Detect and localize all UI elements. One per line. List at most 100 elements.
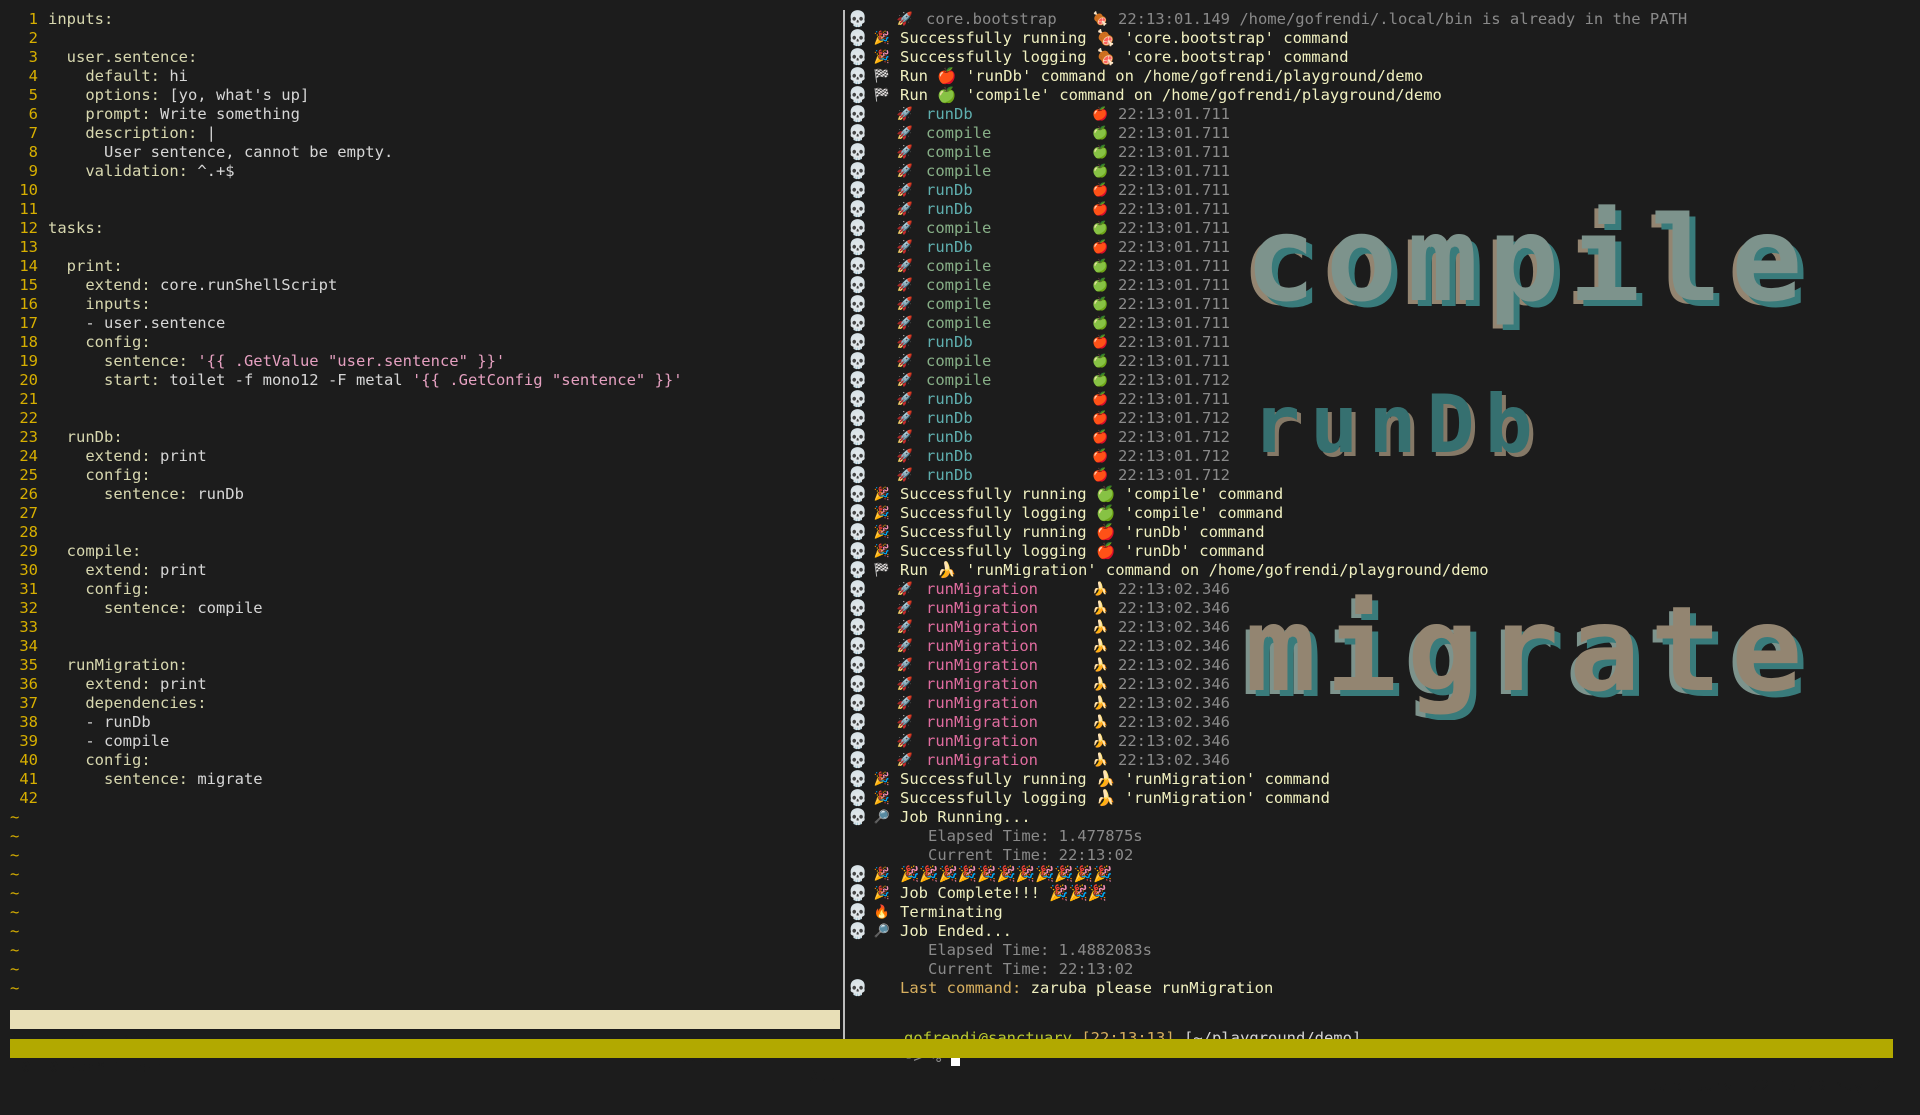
editor-line[interactable]: 2 [10, 29, 840, 48]
editor-line[interactable]: 37 dependencies: [10, 694, 840, 713]
editor-line[interactable]: 39 - compile [10, 732, 840, 751]
editor-line[interactable]: 25 config: [10, 466, 840, 485]
task-icon: 🍎 [1092, 202, 1109, 217]
code-token: config: [48, 751, 151, 769]
pane-divider[interactable] [843, 10, 845, 1040]
task-name: compile [926, 352, 992, 370]
editor-line[interactable]: 35 runMigration: [10, 656, 840, 675]
line-number: 22 [19, 409, 38, 427]
code-token: tasks: [48, 219, 104, 237]
editor-line[interactable]: 28 [10, 523, 840, 542]
editor-line[interactable]: 11 [10, 200, 840, 219]
skull-icon: 💀 [848, 466, 868, 484]
line-number: 9 [28, 162, 38, 180]
log-type-icon: 🚀 [896, 316, 914, 331]
editor-line[interactable]: 15 extend: core.runShellScript [10, 276, 840, 295]
line-number: 12 [19, 219, 38, 237]
task-name: runDb [926, 466, 973, 484]
log-line: Elapsed Time: 1.477875s [848, 827, 1908, 846]
skull-icon: 💀 [848, 143, 868, 161]
log-timestamp: 22:13:02.346 [1118, 637, 1230, 655]
editor-line[interactable]: 1 inputs: [10, 10, 840, 29]
editor-line[interactable]: 18 config: [10, 333, 840, 352]
editor-line[interactable]: 3 user.sentence: [10, 48, 840, 67]
last-command-label: Last command: [900, 979, 1022, 997]
skull-icon: 💀 [848, 523, 868, 541]
log-type-icon: 🎉 [873, 772, 891, 787]
log-type-icon: 🎉 [873, 525, 891, 540]
editor-line[interactable]: 13 [10, 238, 840, 257]
vim-pane[interactable]: 1 inputs: 2 3 user.sentence: 4 default: hi 5 … [10, 10, 840, 1085]
editor-line[interactable]: 42 [10, 789, 840, 808]
editor-line[interactable]: 41 sentence: migrate [10, 770, 840, 789]
editor-line[interactable]: 4 default: hi [10, 67, 840, 86]
editor-line[interactable]: 34 [10, 637, 840, 656]
editor-line[interactable]: 29 compile: [10, 542, 840, 561]
editor-line[interactable]: 7 description: | [10, 124, 840, 143]
log-type-icon: 🚀 [896, 696, 914, 711]
editor-line[interactable]: 14 print: [10, 257, 840, 276]
editor-line[interactable]: 36 extend: print [10, 675, 840, 694]
log-type-icon: 🎉 [873, 487, 891, 502]
log-message: Job Running... [900, 808, 1031, 826]
editor-line[interactable]: 38 - runDb [10, 713, 840, 732]
log-line: 💀 🏁 Run 🍎 'runDb' command on /home/gofrend… [848, 67, 1908, 86]
editor-line[interactable]: 24 extend: print [10, 447, 840, 466]
task-icon: 🍌 [1092, 601, 1109, 616]
code-token: hi [159, 67, 188, 85]
line-number: 29 [19, 542, 38, 560]
task-name: runMigration [926, 675, 1038, 693]
task-name: runMigration [926, 637, 1038, 655]
editor-line[interactable]: 32 sentence: compile [10, 599, 840, 618]
editor-line[interactable]: 8 User sentence, cannot be empty. [10, 143, 840, 162]
editor-line[interactable]: 16 inputs: [10, 295, 840, 314]
editor-line[interactable]: 26 sentence: runDb [10, 485, 840, 504]
skull-icon: 💀 [848, 162, 868, 180]
editor-line[interactable]: 33 [10, 618, 840, 637]
editor-line[interactable]: 20 start: toilet -f mono12 -F metal '{{ … [10, 371, 840, 390]
task-icon: 🍎 [1092, 468, 1109, 483]
editor-line[interactable]: 19 sentence: '{{ .GetValue "user.sentenc… [10, 352, 840, 371]
editor-line[interactable]: 12 tasks: [10, 219, 840, 238]
code-token: extend: [48, 675, 151, 693]
editor-line[interactable]: 40 config: [10, 751, 840, 770]
editor-line[interactable]: 6 prompt: Write something [10, 105, 840, 124]
log-line: 💀 🔥 Terminating [848, 903, 1908, 922]
log-type-icon: 🚀 [896, 601, 914, 616]
line-number: 2 [28, 29, 38, 47]
skull-icon: 💀 [848, 333, 868, 351]
task-name: runMigration [926, 732, 1038, 750]
shell-pane[interactable]: 💀 🚀 core.bootstrap 🍖 22:13:01.149 /home/gofr… [848, 10, 1908, 1066]
log-line: 💀 🚀 core.bootstrap 🍖 22:13:01.149 /home/gofr… [848, 10, 1908, 29]
log-timestamp: 22:13:02.346 [1118, 656, 1230, 674]
task-name: compile [926, 219, 992, 237]
line-number: 34 [19, 637, 38, 655]
editor-line[interactable]: 30 extend: print [10, 561, 840, 580]
editor-line[interactable]: 17 - user.sentence [10, 314, 840, 333]
skull-icon: 💀 [848, 447, 868, 465]
tmux-window-list[interactable]: [0] 0:zsh* 1:zsh- [12, 1058, 171, 1077]
log-type-icon: 🚀 [896, 639, 914, 654]
skull-icon: 💀 [848, 694, 868, 712]
log-line: 💀 🚀 runMigration 🍌 22:13:02.346 [848, 751, 1908, 770]
editor-line[interactable]: 22 [10, 409, 840, 428]
editor-line[interactable]: 23 runDb: [10, 428, 840, 447]
editor-line[interactable]: 21 [10, 390, 840, 409]
log-timestamp: 22:13:01.711 [1118, 162, 1230, 180]
editor-line[interactable]: 9 validation: ^.+$ [10, 162, 840, 181]
editor-line[interactable]: 27 [10, 504, 840, 523]
code-token: print [150, 561, 207, 579]
skull-icon: 💀 [848, 561, 868, 579]
line-number: 15 [19, 276, 38, 294]
log-message: Successfully logging 🍌 'runMigration' co… [900, 789, 1330, 807]
editor-line[interactable]: 10 [10, 181, 840, 200]
log-timestamp: 22:13:01.711 [1118, 257, 1230, 275]
task-name: compile [926, 124, 992, 142]
editor-line[interactable]: 31 config: [10, 580, 840, 599]
editor-line[interactable]: 5 options: [yo, what's up] [10, 86, 840, 105]
line-number: 23 [19, 428, 38, 446]
line-number: 41 [19, 770, 38, 788]
log-type-icon: 🚀 [896, 373, 914, 388]
log-type-icon: 🚀 [896, 734, 914, 749]
line-number: 8 [28, 143, 38, 161]
